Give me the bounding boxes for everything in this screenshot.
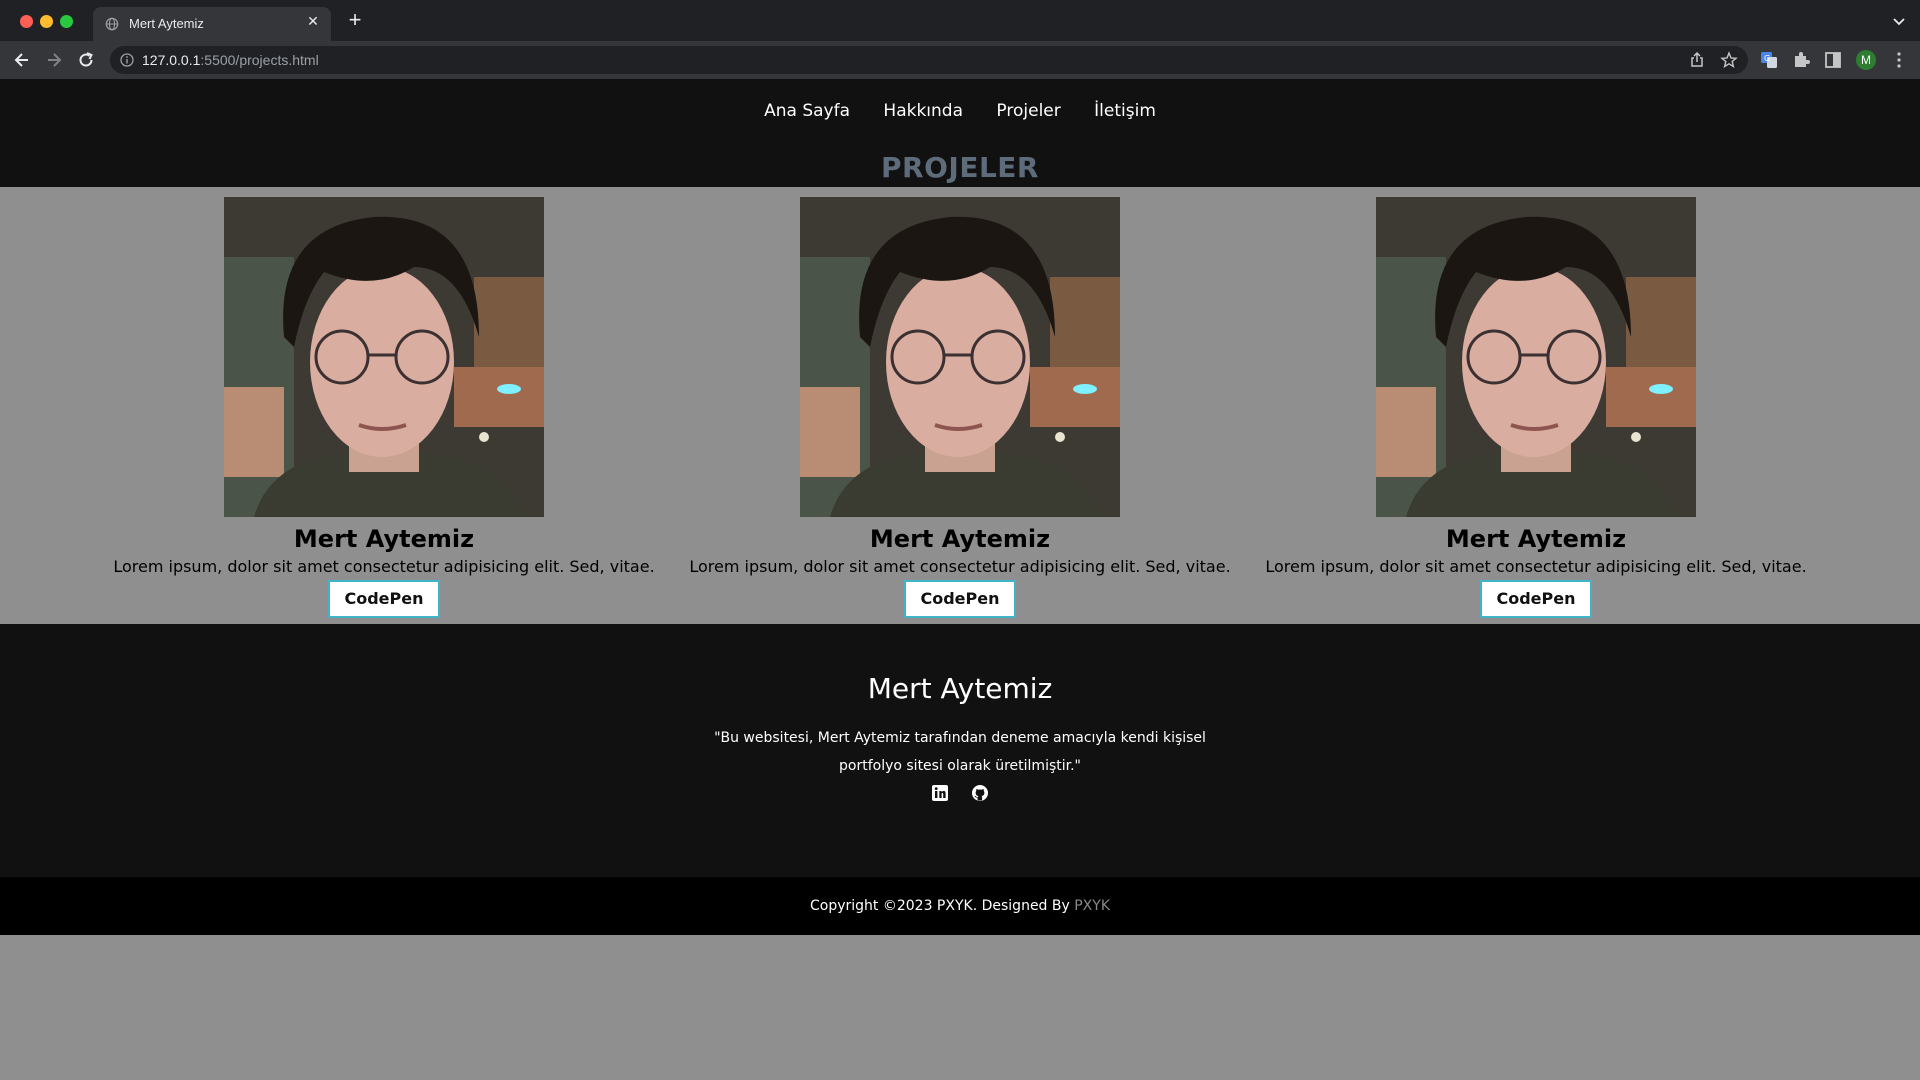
main-nav: Ana Sayfa Hakkında Projeler İletişim [0, 101, 1920, 121]
project-description: Lorem ipsum, dolor sit amet consectetur … [1265, 557, 1807, 576]
browser-tab[interactable]: Mert Aytemiz ✕ [93, 7, 331, 41]
project-card: Mert Aytemiz Lorem ipsum, dolor sit amet… [672, 187, 1248, 624]
share-icon[interactable] [1688, 51, 1706, 69]
project-title: Mert Aytemiz [1445, 525, 1627, 553]
project-card: Mert Aytemiz Lorem ipsum, dolor sit amet… [1248, 187, 1824, 624]
copyright-bar: Copyright ©2023 PXYK. Designed By PXYK [0, 877, 1920, 935]
maximize-window-button[interactable] [60, 15, 73, 28]
tab-title: Mert Aytemiz [129, 16, 204, 31]
profile-avatar[interactable]: M [1856, 50, 1876, 70]
side-panel-icon[interactable] [1823, 50, 1843, 70]
footer-description: "Bu websitesi, Mert Aytemiz tarafından d… [714, 730, 1206, 774]
address-bar[interactable]: 127.0.0.1:5500/projects.html [110, 46, 1748, 74]
project-title: Mert Aytemiz [293, 525, 475, 553]
nav-link-projeler[interactable]: Projeler [996, 101, 1060, 121]
social-links [0, 784, 1920, 806]
nav-link-hakkinda[interactable]: Hakkında [883, 101, 963, 121]
url-path: :5500/projects.html [200, 52, 319, 68]
projects-section: Mert Aytemiz Lorem ipsum, dolor sit amet… [0, 187, 1920, 624]
profile-photo [1376, 197, 1696, 517]
close-window-button[interactable] [20, 15, 33, 28]
github-icon[interactable] [971, 784, 989, 802]
browser-toolbar: 127.0.0.1:5500/projects.html G M [0, 41, 1920, 79]
globe-icon [105, 17, 119, 31]
bookmark-star-icon[interactable] [1720, 51, 1738, 69]
designer-link[interactable]: PXYK [1074, 898, 1110, 914]
browser-tab-bar: Mert Aytemiz ✕ + [0, 0, 1920, 41]
profile-photo [800, 197, 1120, 517]
back-arrow-icon[interactable] [12, 50, 32, 70]
codepen-button[interactable]: CodePen [1480, 580, 1592, 618]
url-text: 127.0.0.1:5500/projects.html [142, 52, 319, 68]
more-vertical-icon[interactable] [1889, 50, 1909, 70]
codepen-button[interactable]: CodePen [328, 580, 440, 618]
linkedin-icon[interactable] [931, 784, 949, 802]
copyright-text: Copyright ©2023 PXYK. Designed By [810, 898, 1075, 914]
url-host: 127.0.0.1 [142, 52, 201, 68]
project-description: Lorem ipsum, dolor sit amet consectetur … [113, 557, 655, 576]
svg-text:G: G [1764, 54, 1770, 63]
web-page: Ana Sayfa Hakkında Projeler İletişim PRO… [0, 79, 1920, 1080]
translate-icon[interactable]: G [1759, 50, 1779, 70]
project-card: Mert Aytemiz Lorem ipsum, dolor sit amet… [96, 187, 672, 624]
profile-photo [224, 197, 544, 517]
reload-icon[interactable] [76, 50, 96, 70]
nav-link-iletisim[interactable]: İletişim [1094, 101, 1156, 121]
close-tab-icon[interactable]: ✕ [305, 14, 321, 30]
extensions-puzzle-icon[interactable] [1791, 50, 1811, 70]
minimize-window-button[interactable] [40, 15, 53, 28]
project-description: Lorem ipsum, dolor sit amet consectetur … [689, 557, 1231, 576]
project-title: Mert Aytemiz [869, 525, 1051, 553]
info-icon[interactable] [120, 53, 134, 67]
site-footer: Mert Aytemiz "Bu websitesi, Mert Aytemiz… [0, 624, 1920, 877]
new-tab-button[interactable]: + [345, 9, 365, 31]
codepen-button[interactable]: CodePen [904, 580, 1016, 618]
page-title: PROJELER [881, 151, 1039, 184]
site-header: Ana Sayfa Hakkında Projeler İletişim PRO… [0, 79, 1920, 187]
nav-link-ana-sayfa[interactable]: Ana Sayfa [764, 101, 850, 121]
forward-arrow-icon[interactable] [44, 50, 64, 70]
chevron-down-icon[interactable] [1892, 14, 1906, 28]
footer-name: Mert Aytemiz [867, 672, 1053, 705]
